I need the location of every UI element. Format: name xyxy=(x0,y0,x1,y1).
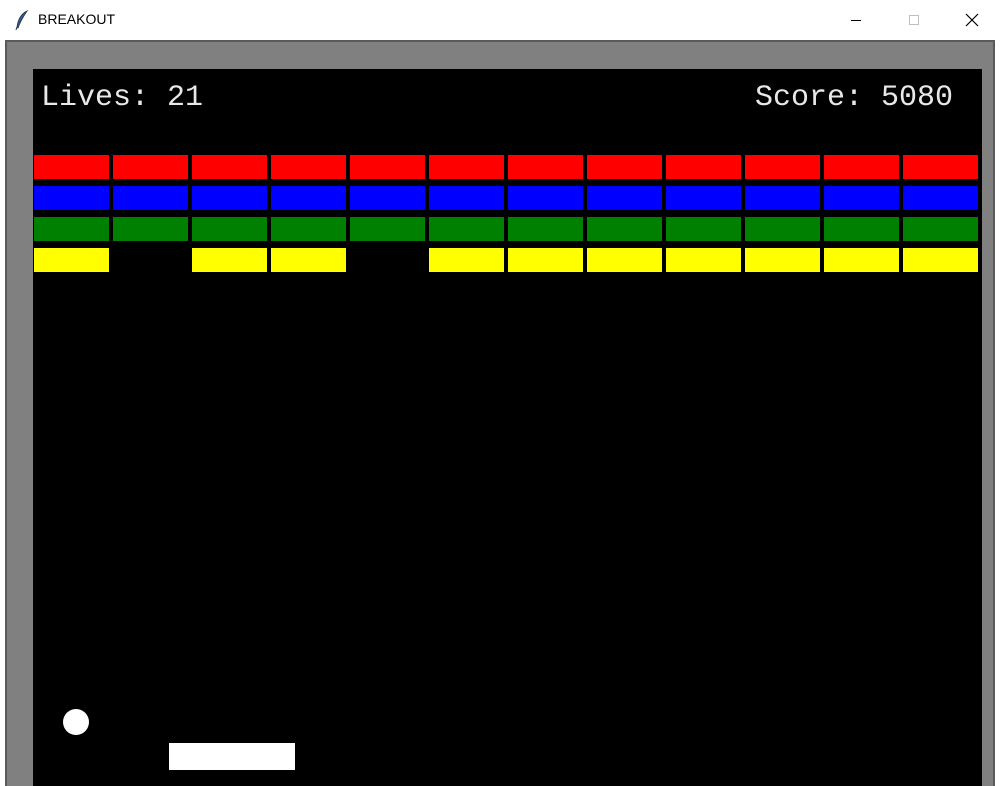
brick xyxy=(507,154,584,180)
brick xyxy=(902,185,979,211)
maximize-icon xyxy=(908,14,920,26)
lives-counter: Lives: 21 xyxy=(41,81,204,115)
brick xyxy=(270,154,347,180)
brick xyxy=(507,185,584,211)
brick xyxy=(428,216,505,242)
brick xyxy=(428,247,505,273)
brick xyxy=(428,185,505,211)
brick xyxy=(112,154,189,180)
brick xyxy=(191,185,268,211)
brick xyxy=(744,216,821,242)
brick xyxy=(349,154,426,180)
brick xyxy=(507,216,584,242)
brick xyxy=(349,185,426,211)
brick xyxy=(665,185,742,211)
game-canvas[interactable]: Lives: 21 Score: 5080 xyxy=(33,69,982,786)
minimize-button[interactable] xyxy=(826,0,886,40)
brick xyxy=(191,216,268,242)
brick xyxy=(191,154,268,180)
brick xyxy=(902,247,979,273)
brick xyxy=(823,185,900,211)
minimize-icon xyxy=(850,14,862,26)
brick xyxy=(33,216,110,242)
window-title: BREAKOUT xyxy=(38,11,116,27)
brick xyxy=(191,247,268,273)
brick xyxy=(33,185,110,211)
brick xyxy=(33,247,110,273)
feather-icon xyxy=(14,9,30,31)
brick xyxy=(586,154,663,180)
brick xyxy=(744,247,821,273)
brick xyxy=(112,185,189,211)
brick xyxy=(823,216,900,242)
brick xyxy=(112,216,189,242)
brick xyxy=(902,154,979,180)
brick xyxy=(270,216,347,242)
brick xyxy=(823,247,900,273)
brick xyxy=(902,216,979,242)
brick xyxy=(823,154,900,180)
brick xyxy=(428,154,505,180)
ball xyxy=(63,709,89,735)
brick xyxy=(744,185,821,211)
brick xyxy=(744,154,821,180)
paddle[interactable] xyxy=(169,743,295,770)
brick xyxy=(586,185,663,211)
close-button[interactable] xyxy=(942,0,1000,40)
brick xyxy=(665,216,742,242)
brick xyxy=(270,247,347,273)
maximize-button[interactable] xyxy=(884,0,944,40)
score-counter: Score: 5080 xyxy=(754,81,953,115)
brick xyxy=(270,185,347,211)
brick xyxy=(33,154,110,180)
title-bar: BREAKOUT xyxy=(0,0,1000,40)
close-icon xyxy=(965,13,979,27)
brick xyxy=(665,154,742,180)
brick xyxy=(586,247,663,273)
brick xyxy=(586,216,663,242)
brick xyxy=(507,247,584,273)
brick xyxy=(665,247,742,273)
brick xyxy=(349,216,426,242)
